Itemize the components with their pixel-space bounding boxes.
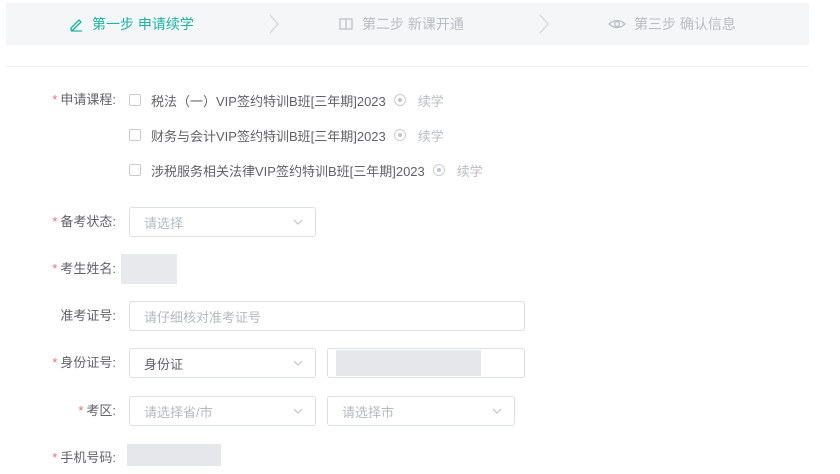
step-1-label: 第一步 申请续学 [92,16,194,32]
required-mark: * [52,450,58,465]
id-label: * 身份证号: [52,355,116,370]
chevron-down-icon [293,360,303,366]
pencil-icon [70,19,82,32]
course-name: 财务与会计VIP签约特训B班[三年期]2023 [151,128,386,144]
radio-label: 续学 [417,93,444,109]
id-number-input[interactable] [327,348,525,378]
course-label: * 申请课程: [52,92,116,107]
city-select[interactable]: 请选择市 [327,396,515,426]
radio-label: 续学 [417,128,444,144]
region-label: * 考区: [78,403,116,418]
required-mark: * [52,355,58,370]
required-mark: * [52,261,58,276]
step-2[interactable]: 第二步 新课开通 [338,3,464,45]
name-value-redacted [121,254,177,284]
course-option-2[interactable]: 财务与会计VIP签约特训B班[三年期]2023 续学 [129,125,444,145]
course-checkbox[interactable] [129,129,141,141]
ticket-label: 准考证号: [60,308,116,323]
step-3-label: 第三步 确认信息 [634,16,736,32]
chevron-down-icon [293,219,303,225]
id-number-redacted [336,350,481,376]
phone-label: * 手机号码: [52,450,116,465]
required-mark: * [52,214,58,229]
radio-icon[interactable] [393,94,406,106]
steps-bar: 第一步 申请续学 第二步 新课开通 第三步 确认信息 [6,3,809,45]
radio-icon[interactable] [393,129,406,141]
course-checkbox[interactable] [129,164,141,176]
required-mark: * [52,92,58,107]
course-option-1[interactable]: 税法（一）VIP签约特训B班[三年期]2023 续学 [129,90,444,110]
step-3[interactable]: 第三步 确认信息 [608,3,736,45]
radio-icon[interactable] [432,164,445,176]
course-checkbox[interactable] [129,94,141,106]
course-name: 税法（一）VIP签约特训B班[三年期]2023 [151,93,386,109]
chevron-down-icon [492,408,502,414]
radio-label: 续学 [456,163,483,179]
province-select[interactable]: 请选择省/市 [129,396,316,426]
eye-icon [608,19,626,29]
name-label: * 考生姓名: [52,261,116,276]
divider [6,66,809,67]
ticket-input[interactable]: 请仔细核对准考证号 [129,301,525,331]
exam-status-label: * 备考状态: [52,214,116,229]
step-2-label: 第二步 新课开通 [362,16,464,32]
required-mark: * [78,403,84,418]
chevron-down-icon [293,408,303,414]
course-option-3[interactable]: 涉税服务相关法律VIP签约特训B班[三年期]2023 续学 [129,160,483,180]
exam-status-select[interactable]: 请选择 [129,207,316,237]
chevron-right-icon [539,14,549,34]
chevron-right-icon [269,14,279,34]
phone-value-redacted [127,444,221,466]
id-type-select[interactable]: 身份证 [129,348,316,378]
course-name: 涉税服务相关法律VIP签约特训B班[三年期]2023 [151,163,425,179]
step-1[interactable]: 第一步 申请续学 [68,3,194,45]
book-icon [339,18,353,30]
